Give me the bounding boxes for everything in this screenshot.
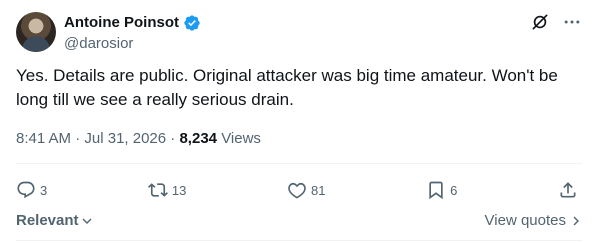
bookmark-button[interactable]: 6 (426, 180, 457, 200)
views-count: 8,234 (179, 130, 218, 147)
divider (16, 240, 582, 241)
bookmark-count: 6 (450, 182, 458, 198)
like-button[interactable]: 81 (287, 180, 325, 200)
chevron-right-icon (573, 216, 579, 225)
bookmark-icon (429, 181, 443, 200)
tweet-meta: 8:41 AM · Jul 31, 2026 · 8,234 Views (16, 129, 261, 149)
author-row: Antoine Poinsot (64, 13, 201, 33)
repost-button[interactable]: 13 (147, 180, 187, 200)
like-count: 81 (310, 182, 326, 198)
tweet-date[interactable]: Jul 31, 2026 (84, 130, 166, 147)
reply-button[interactable]: 3 (16, 180, 47, 200)
share-button[interactable] (558, 180, 582, 200)
repost-icon (147, 183, 168, 197)
tweet-time[interactable]: 8:41 AM (16, 130, 71, 147)
author-name[interactable]: Antoine Poinsot (64, 13, 179, 33)
reply-count: 3 (40, 182, 48, 198)
more-icon[interactable] (562, 12, 582, 32)
chevron-down-icon (82, 218, 92, 224)
meta-separator: · (75, 130, 85, 147)
sort-label: Relevant (16, 212, 79, 229)
divider (16, 163, 582, 164)
share-icon (560, 182, 576, 198)
like-icon (288, 182, 306, 199)
top-actions (530, 12, 582, 32)
tweet-text: Yes. Details are public. Original attack… (16, 66, 558, 109)
view-quotes-label: View quotes (484, 212, 566, 229)
repost-count: 13 (171, 182, 187, 198)
views-label: Views (221, 130, 261, 147)
author-handle[interactable]: @darosior (64, 34, 133, 54)
avatar[interactable] (16, 12, 56, 52)
grok-icon[interactable] (530, 12, 550, 32)
reply-icon (17, 181, 35, 199)
sort-dropdown[interactable]: Relevant (16, 212, 93, 229)
verified-badge-icon (184, 15, 200, 31)
action-bar: 3 13 81 6 (16, 176, 582, 204)
view-quotes-link[interactable]: View quotes (485, 212, 582, 229)
